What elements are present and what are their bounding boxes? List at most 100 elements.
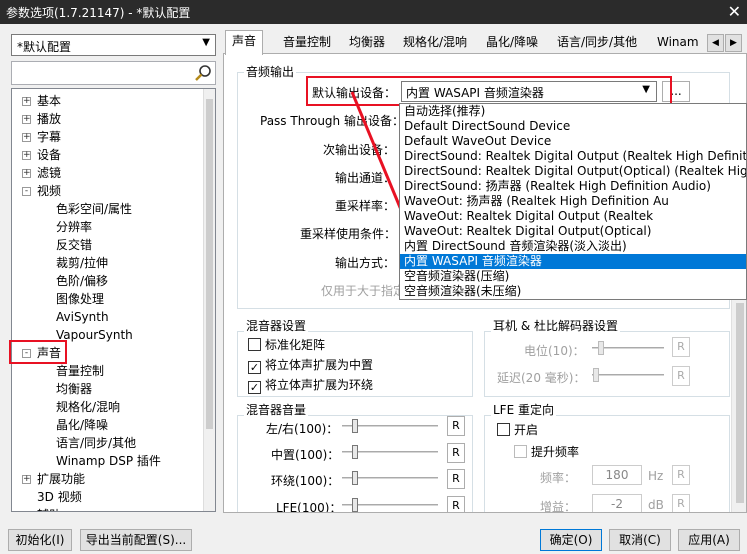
apply-button[interactable]: 应用(A) xyxy=(678,529,740,551)
tree-item-3d-video[interactable]: 3D 视频 xyxy=(37,488,82,506)
dropdown-option[interactable]: 空音频渲染器(压缩) xyxy=(400,269,746,284)
expand-icon[interactable]: + xyxy=(22,115,31,124)
position-reset-button[interactable]: R xyxy=(672,337,690,357)
scrollbar-thumb[interactable] xyxy=(206,99,213,429)
tree-item-language[interactable]: 语言/同步/其他 xyxy=(56,434,136,452)
dropdown-option[interactable]: Default DirectSound Device xyxy=(400,119,746,134)
slider-thumb[interactable] xyxy=(593,368,599,382)
checkbox-box[interactable] xyxy=(248,338,261,351)
tree-item-winamp-dsp[interactable]: Winamp DSP 插件 xyxy=(56,452,161,470)
slider-thumb[interactable] xyxy=(352,419,358,433)
surround-reset-button[interactable]: R xyxy=(447,469,465,489)
tree-item-subtitle[interactable]: + 字幕 xyxy=(22,128,61,146)
cancel-button[interactable]: 取消(C) xyxy=(609,529,671,551)
expand-icon[interactable]: + xyxy=(22,133,31,142)
dropdown-option[interactable]: WaveOut: 扬声器 (Realtek High Definition Au xyxy=(400,194,746,209)
lfe-boost-checkbox[interactable]: 提升频率 xyxy=(514,443,579,460)
slider-thumb[interactable] xyxy=(352,445,358,459)
position-slider[interactable] xyxy=(592,340,664,356)
delay-reset-button[interactable]: R xyxy=(672,366,690,386)
tree-item-playback[interactable]: + 播放 xyxy=(22,110,61,128)
gain-reset-button[interactable]: R xyxy=(672,494,690,512)
tab-language[interactable]: 语言/同步/其他 xyxy=(551,32,643,54)
slider-thumb[interactable] xyxy=(352,471,358,485)
center-slider[interactable] xyxy=(342,444,438,460)
tree-item-resolution[interactable]: 分辨率 xyxy=(56,218,92,236)
stereo-center-checkbox[interactable]: ✓ 将立体声扩展为中置 xyxy=(248,356,373,374)
left-right-reset-button[interactable]: R xyxy=(447,416,465,436)
tree-item-volume[interactable]: 音量控制 xyxy=(56,362,104,380)
panel-scrollbar[interactable] xyxy=(731,299,746,512)
tree-item-crop[interactable]: 裁剪/拉伸 xyxy=(56,254,108,272)
dropdown-option[interactable]: 自动选择(推荐) xyxy=(400,104,746,119)
delay-slider[interactable] xyxy=(592,367,664,383)
tree-item-assist[interactable]: 辅助 xyxy=(37,506,61,511)
tree-scrollbar[interactable] xyxy=(203,89,215,511)
tree-item-filter[interactable]: + 滤镜 xyxy=(22,164,61,182)
export-config-button[interactable]: 导出当前配置(S)... xyxy=(80,529,192,551)
scrollbar-thumb[interactable] xyxy=(736,303,744,503)
checkbox-label: 标准化矩阵 xyxy=(265,338,326,352)
dropdown-option[interactable]: 空音频渲染器(未压缩) xyxy=(400,284,746,299)
expand-icon[interactable]: + xyxy=(22,475,31,484)
tree-item-avisynth[interactable]: AviSynth xyxy=(56,308,109,326)
gain-label: 增益： xyxy=(540,500,577,513)
surround-slider[interactable] xyxy=(342,470,438,486)
tab-volume[interactable]: 音量控制 xyxy=(277,32,337,54)
gain-input[interactable]: -2 xyxy=(592,494,642,512)
standard-matrix-checkbox[interactable]: 标准化矩阵 xyxy=(248,336,325,353)
slider-thumb[interactable] xyxy=(598,341,604,355)
preset-select[interactable]: *默认配置 ▼ xyxy=(11,34,216,56)
checkbox-box[interactable] xyxy=(497,423,510,436)
tab-normalize[interactable]: 规格化/混响 xyxy=(397,32,473,54)
dropdown-option[interactable]: WaveOut: Realtek Digital Output(Optical) xyxy=(400,224,746,239)
check-icon[interactable]: ✓ xyxy=(248,381,261,394)
tab-winamp[interactable]: Winam xyxy=(651,32,701,54)
tab-equalizer[interactable]: 均衡器 xyxy=(343,32,391,54)
lfe-slider[interactable] xyxy=(342,497,438,512)
tree-item-deinterlace[interactable]: 反交错 xyxy=(56,236,92,254)
slider-thumb[interactable] xyxy=(352,498,358,512)
tree-item-equalizer[interactable]: 均衡器 xyxy=(56,380,92,398)
lfe-reset-button[interactable]: R xyxy=(447,496,465,512)
dropdown-option[interactable]: 内置 DirectSound 音频渲染器(淡入淡出) xyxy=(400,239,746,254)
checkbox-box[interactable] xyxy=(514,445,527,458)
search-icon[interactable] xyxy=(194,64,212,82)
tree-item-denoise[interactable]: 晶化/降噪 xyxy=(56,416,108,434)
tree-item-colorspace[interactable]: 色彩空间/属性 xyxy=(56,200,132,218)
dropdown-option[interactable]: 内置 WASAPI 音频渲染器 xyxy=(400,254,746,269)
dropdown-option[interactable]: DirectSound: Realtek Digital Output(Opti… xyxy=(400,164,746,179)
close-icon[interactable]: ✕ xyxy=(728,2,741,21)
tree-item-image-processing[interactable]: 图像处理 xyxy=(56,290,104,308)
freq-input[interactable]: 180 xyxy=(592,465,642,485)
tab-denoise[interactable]: 晶化/降噪 xyxy=(480,32,544,54)
center-reset-button[interactable]: R xyxy=(447,443,465,463)
expand-icon[interactable]: + xyxy=(22,169,31,178)
tab-audio[interactable]: 声音 xyxy=(225,30,264,55)
tab-scroll-left-icon[interactable]: ◀ xyxy=(707,34,724,52)
dropdown-option[interactable]: DirectSound: Realtek Digital Output (Rea… xyxy=(400,149,746,164)
tree-item-basic[interactable]: + 基本 xyxy=(22,92,61,110)
dropdown-option[interactable]: WaveOut: Realtek Digital Output (Realtek xyxy=(400,209,746,224)
ok-button[interactable]: 确定(O) xyxy=(540,529,602,551)
dropdown-option[interactable]: DirectSound: 扬声器 (Realtek High Definitio… xyxy=(400,179,746,194)
tab-scroll-right-icon[interactable]: ▶ xyxy=(725,34,742,52)
dropdown-option[interactable]: Default WaveOut Device xyxy=(400,134,746,149)
search-input[interactable] xyxy=(11,61,216,85)
expand-icon[interactable]: + xyxy=(22,97,31,106)
tree-item-extensions[interactable]: + 扩展功能 xyxy=(22,470,85,488)
tree-item-vapoursynth[interactable]: VapourSynth xyxy=(56,326,133,344)
expand-icon[interactable]: + xyxy=(22,151,31,160)
collapse-icon[interactable]: - xyxy=(22,187,31,196)
check-icon[interactable]: ✓ xyxy=(248,361,261,374)
tree-item-levels[interactable]: 色阶/偏移 xyxy=(56,272,108,290)
stereo-surround-checkbox[interactable]: ✓ 将立体声扩展为环绕 xyxy=(248,376,373,394)
tree-item-normalize[interactable]: 规格化/混响 xyxy=(56,398,120,416)
tree-item-device[interactable]: + 设备 xyxy=(22,146,61,164)
mixer-settings-title: 混音器设置 xyxy=(244,317,309,334)
lfe-enable-checkbox[interactable]: 开启 xyxy=(497,421,538,438)
init-button[interactable]: 初始化(I) xyxy=(8,529,72,551)
tree-item-video[interactable]: - 视频 xyxy=(22,182,61,200)
freq-reset-button[interactable]: R xyxy=(672,465,690,485)
left-right-slider[interactable] xyxy=(342,418,438,434)
